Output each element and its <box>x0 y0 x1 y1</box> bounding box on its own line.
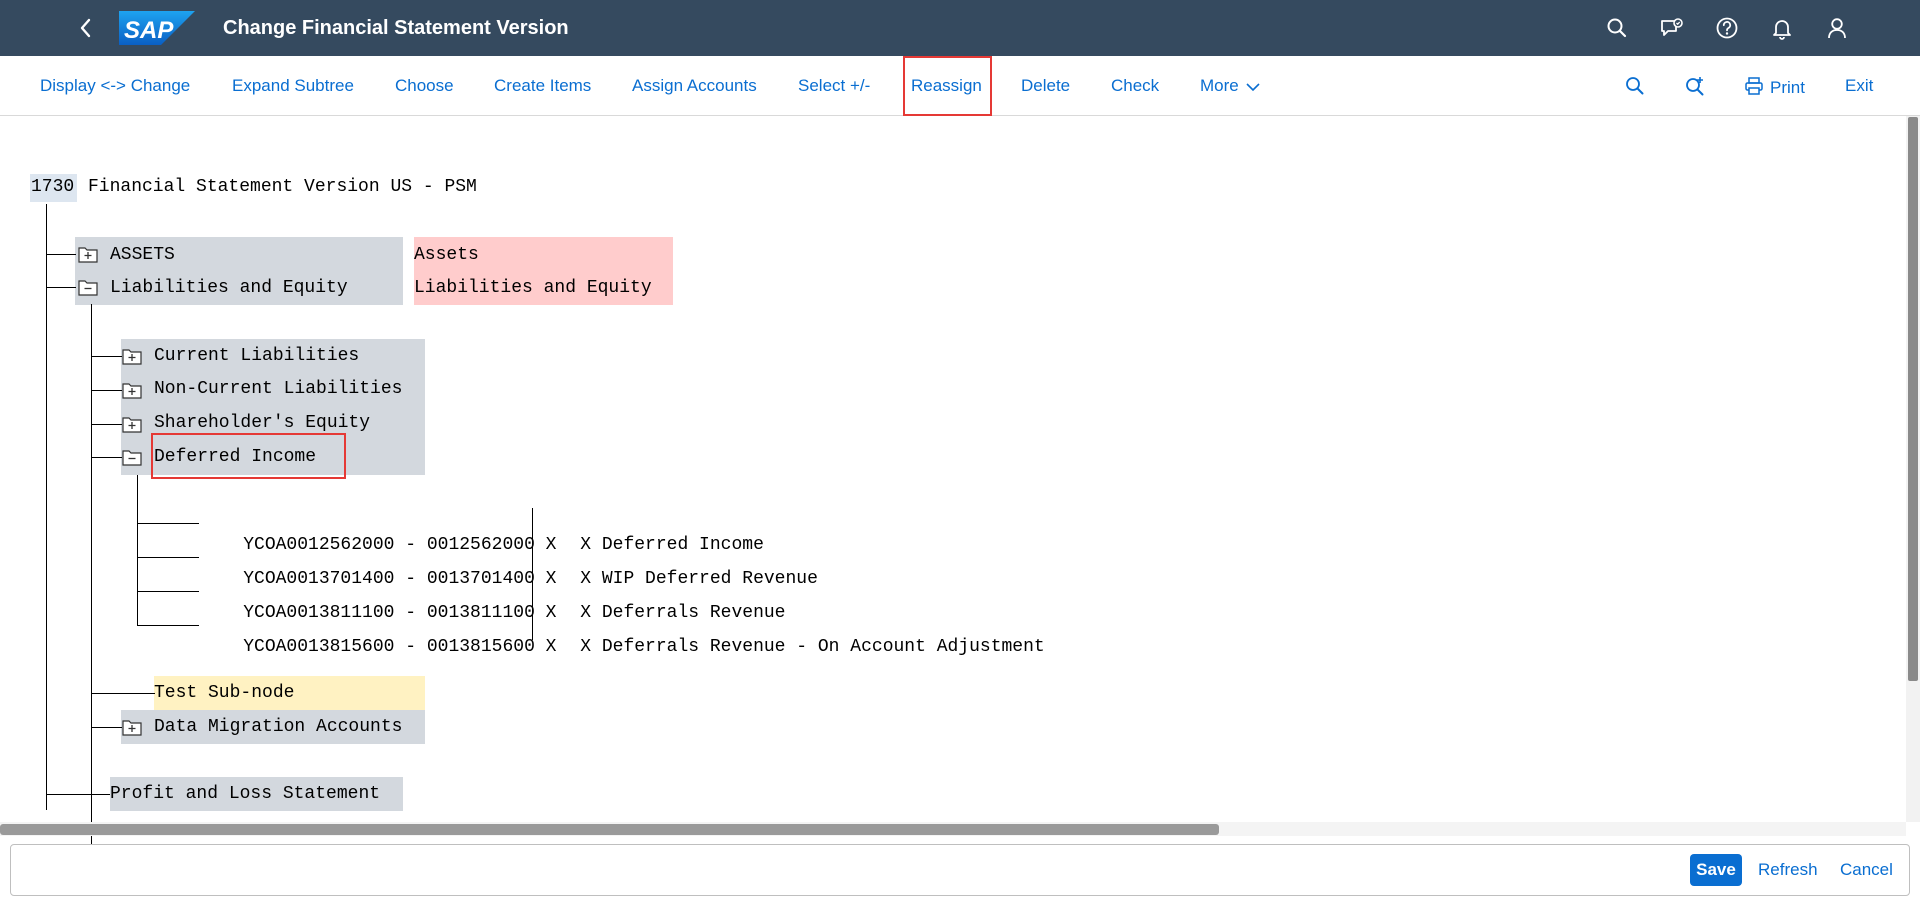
refresh-button[interactable]: Refresh <box>1758 860 1818 880</box>
user-icon[interactable] <box>1823 14 1851 42</box>
tree-line <box>91 424 122 425</box>
account-flag: X <box>580 637 592 657</box>
toolbar: Display <-> Change Expand Subtree Choose… <box>0 56 1920 116</box>
print-label: Print <box>1770 78 1805 97</box>
account-desc[interactable]: X Deferrals Revenue - On Account Adjustm… <box>537 614 1045 680</box>
account-row[interactable]: YCOA0013815600 - 0013815600 X <box>200 614 556 680</box>
tree-line <box>46 287 76 288</box>
tree-line <box>91 356 122 357</box>
reassign-highlight <box>903 56 992 116</box>
sap-logo: SAP <box>119 11 195 45</box>
tree-line <box>46 254 76 255</box>
tree-node-liabilities-text[interactable]: Liabilities and Equity <box>414 277 652 299</box>
tree-node-data-migration[interactable]: Data Migration Accounts <box>154 716 402 738</box>
column-separator <box>532 508 533 640</box>
feedback-icon[interactable] <box>1658 14 1686 42</box>
app-title: Change Financial Statement Version <box>223 17 569 39</box>
assign-accounts-button[interactable]: Assign Accounts <box>632 76 757 96</box>
tree-line <box>91 390 122 391</box>
tree-line <box>46 794 110 795</box>
folder-expand-icon[interactable] <box>121 717 143 737</box>
tree-line <box>46 204 47 810</box>
create-items-button[interactable]: Create Items <box>494 76 591 96</box>
tree-node-test-subnode[interactable]: Test Sub-node <box>154 682 294 704</box>
print-button[interactable]: Print <box>1744 76 1805 98</box>
search-icon[interactable] <box>1603 14 1631 42</box>
tree-line <box>137 591 199 592</box>
tree-node-shareholders-equity[interactable]: Shareholder's Equity <box>154 412 370 434</box>
folder-expand-icon[interactable] <box>121 346 143 366</box>
folder-collapse-icon[interactable] <box>77 277 99 297</box>
tree-line <box>137 625 199 626</box>
tree-node-current-liabilities[interactable]: Current Liabilities <box>154 345 359 367</box>
back-icon[interactable] <box>72 14 100 42</box>
tree-line <box>91 304 92 847</box>
tree-node-assets[interactable]: ASSETS <box>110 244 175 266</box>
folder-expand-icon[interactable] <box>77 244 99 264</box>
tree-line <box>137 475 138 626</box>
more-button[interactable]: More <box>1200 76 1261 96</box>
delete-button[interactable]: Delete <box>1021 76 1070 96</box>
tree-node-liabilities[interactable]: Liabilities and Equity <box>110 277 348 299</box>
cancel-button[interactable]: Cancel <box>1840 860 1893 880</box>
footer-bar <box>10 844 1910 896</box>
check-button[interactable]: Check <box>1111 76 1159 96</box>
tree-node-assets-text[interactable]: Assets <box>414 244 479 266</box>
logo-text: SAP <box>124 17 174 44</box>
tree-node-profit-loss[interactable]: Profit and Loss Statement <box>110 783 380 805</box>
horizontal-scroll-thumb[interactable] <box>0 824 1219 835</box>
select-plus-minus-button[interactable]: Select +/- <box>798 76 870 96</box>
choose-button[interactable]: Choose <box>395 76 454 96</box>
deferred-income-highlight <box>151 433 346 479</box>
exit-button[interactable]: Exit <box>1845 76 1873 96</box>
expand-subtree-button[interactable]: Expand Subtree <box>232 76 354 96</box>
folder-expand-icon[interactable] <box>121 414 143 434</box>
help-icon[interactable] <box>1713 14 1741 42</box>
tree-node-noncurrent-liabilities[interactable]: Non-Current Liabilities <box>154 378 402 400</box>
account-number: YCOA0013815600 - 0013815600 X <box>243 637 557 657</box>
find-icon[interactable] <box>1623 74 1647 98</box>
root-code[interactable]: 1730 <box>31 176 74 198</box>
folder-collapse-icon[interactable] <box>121 447 143 467</box>
shell-bar: SAP Change Financial Statement Version <box>0 0 1920 56</box>
root-name[interactable]: Financial Statement Version US - PSM <box>88 176 477 198</box>
display-change-button[interactable]: Display <-> Change <box>40 76 190 96</box>
vertical-scroll-thumb[interactable] <box>1908 117 1918 681</box>
tree-line <box>91 457 122 458</box>
more-label: More <box>1200 76 1239 95</box>
tree-line <box>91 693 155 694</box>
chevron-down-icon <box>1246 82 1261 91</box>
tree-line <box>137 557 199 558</box>
folder-expand-icon[interactable] <box>121 380 143 400</box>
find-next-icon[interactable] <box>1683 74 1707 98</box>
notifications-icon[interactable] <box>1768 14 1796 42</box>
tree-line <box>91 727 122 728</box>
account-description: Deferrals Revenue - On Account Adjustmen… <box>601 637 1045 657</box>
save-button[interactable]: Save <box>1690 854 1742 886</box>
print-icon <box>1745 77 1763 95</box>
tree-content: 1730 Financial Statement Version US - PS… <box>0 116 1904 847</box>
tree-line <box>137 523 199 524</box>
